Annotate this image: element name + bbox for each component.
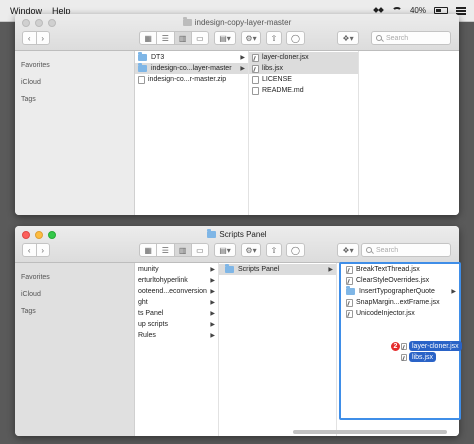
jsx-file-icon (252, 64, 259, 73)
search-field[interactable]: Search (371, 31, 451, 45)
sidebar-favorites[interactable]: Favorites (15, 57, 134, 74)
action-button[interactable]: ⚙▾ (241, 31, 261, 45)
list-item[interactable]: libs.jsx (249, 63, 358, 74)
search-field[interactable]: Search (361, 243, 451, 257)
column-view-button[interactable]: ▥ (174, 32, 192, 44)
list-item[interactable]: DT3 ▶ (135, 52, 248, 63)
nav-buttons: ‹ › (22, 243, 50, 257)
list-item[interactable]: indesign-co...r-master.zip (135, 74, 248, 85)
list-view-button[interactable]: ☰ (157, 244, 175, 256)
list-item[interactable]: indesign-co...layer-master ▶ (135, 63, 248, 74)
share-button[interactable]: ⇧ (266, 31, 282, 45)
view-mode-control: ▦ ☰ ▥ ▭ (139, 31, 209, 45)
finder-window-source: indesign-copy-layer-master ‹ › ▦ ☰ ▥ ▭ ▤▾ ⚙▾… (15, 14, 459, 215)
icon-view-button[interactable]: ▦ (140, 32, 158, 44)
forward-button[interactable]: › (37, 244, 50, 256)
gallery-view-button[interactable]: ▭ (192, 244, 208, 256)
dropbox-button[interactable]: ❖▾ (337, 243, 359, 257)
search-icon (376, 35, 382, 41)
list-item[interactable]: LICENSE (249, 74, 358, 85)
list-view-button[interactable]: ☰ (157, 32, 175, 44)
group-button[interactable]: ▤▾ (214, 243, 236, 257)
sidebar: Favorites iCloud Tags (15, 51, 135, 215)
column-1: DT3 ▶ indesign-co...layer-master ▶ indesig… (135, 51, 249, 215)
folder-icon (225, 264, 234, 273)
window-title: indesign-copy-layer-master (15, 17, 459, 27)
list-item[interactable]: up scripts ▶ (135, 319, 218, 330)
sidebar-tags[interactable]: Tags (15, 91, 134, 108)
list-item[interactable]: layer-cloner.jsx (249, 52, 358, 63)
jsx-file-icon (401, 353, 407, 361)
list-item[interactable]: Rules ▶ (135, 330, 218, 341)
file-icon (252, 75, 259, 84)
list-item[interactable]: README.md (249, 85, 358, 96)
column-1: munity ▶ erturltohyperlink ▶ ooteend...eco… (135, 263, 219, 436)
drag-count-badge: 2 (390, 341, 401, 352)
list-item[interactable]: ts Panel ▶ (135, 308, 218, 319)
jsx-file-icon (252, 53, 259, 62)
horizontal-scrollbar[interactable] (293, 430, 447, 434)
titlebar[interactable]: indesign-copy-layer-master ‹ › ▦ ☰ ▥ ▭ ▤▾ ⚙▾… (15, 14, 459, 51)
zip-file-icon (138, 75, 145, 84)
list-item[interactable]: erturltohyperlink ▶ (135, 275, 218, 286)
icon-view-button[interactable]: ▦ (140, 244, 158, 256)
titlebar[interactable]: Scripts Panel ‹ › ▦ ☰ ▥ ▭ ▤▾ ⚙▾ ⇧ ◯ ❖▾ Searc… (15, 226, 459, 263)
list-item[interactable]: Scripts Panel ▶ (219, 264, 336, 275)
window-title: Scripts Panel (15, 229, 459, 239)
folder-icon (207, 229, 217, 238)
back-button[interactable]: ‹ (23, 244, 37, 256)
list-item[interactable]: munity ▶ (135, 264, 218, 275)
sidebar-favorites[interactable]: Favorites (15, 269, 134, 286)
jsx-file-icon (401, 342, 407, 350)
sidebar: Favorites iCloud Tags (15, 263, 135, 436)
tags-button[interactable]: ◯ (286, 243, 305, 257)
list-item[interactable]: ght ▶ (135, 297, 218, 308)
file-icon (252, 86, 259, 95)
sidebar-icloud[interactable]: iCloud (15, 286, 134, 303)
drag-item: libs.jsx (401, 352, 437, 362)
dropbox-button[interactable]: ❖▾ (337, 31, 359, 45)
action-button[interactable]: ⚙▾ (241, 243, 261, 257)
list-item[interactable]: ooteend...econversion ▶ (135, 286, 218, 297)
column-3 (359, 51, 459, 215)
search-icon (366, 247, 372, 253)
gallery-view-button[interactable]: ▭ (192, 32, 208, 44)
column-2: layer-cloner.jsx libs.jsx LICENSE README… (249, 51, 359, 215)
back-button[interactable]: ‹ (23, 32, 37, 44)
group-button[interactable]: ▤▾ (214, 31, 236, 45)
nav-buttons: ‹ › (22, 31, 50, 45)
folder-icon (138, 63, 147, 72)
share-button[interactable]: ⇧ (266, 243, 282, 257)
view-mode-control: ▦ ☰ ▥ ▭ (139, 243, 209, 257)
sidebar-icloud[interactable]: iCloud (15, 74, 134, 91)
folder-icon (182, 17, 192, 26)
column-view-button[interactable]: ▥ (174, 244, 192, 256)
battery-icon[interactable] (434, 7, 448, 14)
forward-button[interactable]: › (37, 32, 50, 44)
folder-icon (138, 52, 147, 61)
sidebar-tags[interactable]: Tags (15, 303, 134, 320)
tags-button[interactable]: ◯ (286, 31, 305, 45)
column-2: Scripts Panel ▶ (219, 263, 337, 436)
drag-item: layer-cloner.jsx (401, 341, 462, 351)
